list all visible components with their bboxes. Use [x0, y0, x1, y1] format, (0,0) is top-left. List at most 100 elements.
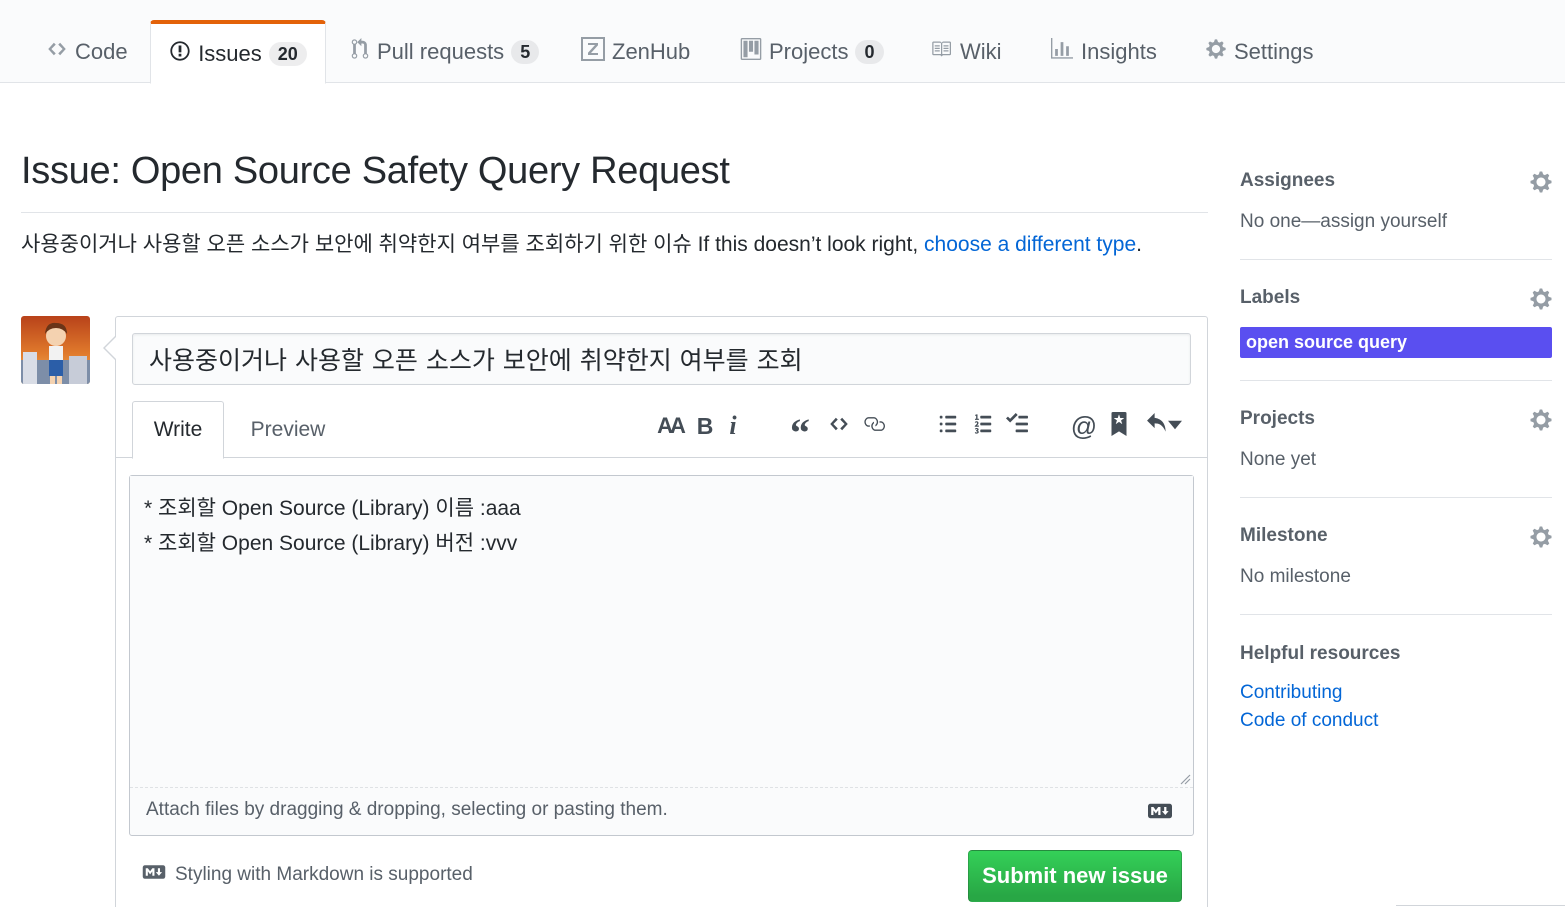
markdown-icon [1147, 803, 1173, 824]
italic-icon: i [729, 411, 737, 440]
preview-tab[interactable]: Preview [235, 401, 341, 459]
write-tab[interactable]: Write [132, 401, 224, 459]
comment-field: * 조회할 Open Source (Library) 이름 :aaa * 조회… [129, 475, 1194, 836]
unordered-list-button[interactable] [935, 409, 961, 443]
git-pull-request-icon [350, 37, 370, 66]
gear-icon[interactable] [1530, 287, 1552, 316]
sidebar-milestone: Milestone No milestone [1240, 525, 1552, 588]
sidebar-labels: Labels open source query [1240, 287, 1552, 358]
tab-label: Wiki [960, 38, 1002, 64]
mention-icon: @ [1070, 410, 1098, 441]
projects-counter: 0 [855, 39, 884, 64]
ordered-list-button[interactable] [970, 409, 996, 443]
italic-button[interactable]: i [724, 409, 742, 443]
quote-button[interactable]: “ [786, 409, 814, 453]
helpful-resources-heading: Helpful resources [1240, 643, 1401, 664]
title-divider [21, 212, 1208, 213]
attach-files-hint[interactable]: Attach files by dragging & dropping, sel… [146, 799, 668, 821]
tab-label: Projects [769, 38, 849, 64]
tab-label: ZenHub [612, 38, 691, 64]
list-unordered-icon [937, 413, 959, 440]
tab-label: Pull requests [377, 38, 505, 64]
issues-counter: 20 [268, 41, 307, 66]
gear-icon[interactable] [1530, 408, 1552, 437]
submit-new-issue-button[interactable]: Submit new issue [968, 850, 1182, 902]
tab-label: Insights [1081, 38, 1157, 64]
gear-icon[interactable] [1530, 170, 1552, 199]
drop-zone-divider [130, 787, 1193, 788]
form-pointer-fill [105, 337, 116, 359]
footer-divider [1396, 905, 1565, 906]
reply-icon [1144, 412, 1168, 440]
assignees-heading[interactable]: Assignees [1240, 170, 1552, 192]
code-icon [827, 414, 851, 439]
mention-button[interactable]: @ [1071, 409, 1097, 443]
link-icon [861, 413, 887, 440]
tab-label: Settings [1234, 38, 1314, 64]
header-text-icon: AA [657, 413, 686, 438]
tab-issues[interactable]: Issues 20 [150, 20, 326, 84]
issue-template-description: 사용중이거나 사용할 오픈 소스가 보안에 취약한지 여부를 조회하기 위한 이… [21, 228, 1201, 261]
code-button[interactable] [826, 409, 852, 443]
chevron-down-icon [1168, 417, 1182, 435]
sidebar-divider [1240, 259, 1552, 260]
projects-heading[interactable]: Projects [1240, 408, 1552, 430]
issue-title-input[interactable] [132, 333, 1191, 385]
code-of-conduct-link[interactable]: Code of conduct [1240, 707, 1552, 735]
tab-label: Code [75, 38, 128, 64]
milestone-value: No milestone [1240, 566, 1351, 587]
resize-handle-icon[interactable] [1179, 773, 1191, 785]
tab-label: Issues [198, 40, 262, 66]
sidebar-divider [1240, 614, 1552, 615]
description-end: . [1136, 233, 1142, 256]
choose-different-type-link[interactable]: choose a different type [924, 233, 1136, 256]
avatar[interactable] [21, 316, 90, 384]
tasklist-icon [1004, 412, 1030, 440]
markdown-supported-note: Styling with Markdown is supported [142, 864, 473, 886]
link-button[interactable] [860, 409, 888, 443]
issue-opened-icon [169, 40, 191, 68]
contributing-link[interactable]: Contributing [1240, 679, 1552, 707]
tab-pull-requests[interactable]: Pull requests 5 [350, 20, 540, 83]
repo-nav: Code Issues 20 Pull requests 5 ZenHub Pr… [0, 0, 1565, 84]
quote-icon: “ [790, 410, 810, 455]
bold-icon: B [696, 412, 714, 439]
gear-icon[interactable] [1530, 525, 1552, 554]
list-ordered-icon [972, 413, 994, 440]
issue-body-textarea[interactable]: * 조회할 Open Source (Library) 이름 :aaa * 조회… [130, 476, 1193, 788]
saved-replies-button[interactable] [1108, 409, 1130, 443]
book-icon [929, 39, 953, 65]
sidebar-projects: Projects None yet [1240, 408, 1552, 471]
bookmark-icon [1110, 411, 1128, 441]
description-text: 사용중이거나 사용할 오픈 소스가 보안에 취약한지 여부를 조회하기 위한 이… [21, 233, 925, 256]
sidebar-helpful-resources: Helpful resources Contributing Code of c… [1240, 643, 1552, 735]
label-open-source-query[interactable]: open source query [1240, 327, 1552, 358]
task-list-button[interactable] [1003, 409, 1031, 443]
tab-zenhub[interactable]: ZenHub [581, 20, 690, 83]
markdown-supported-link[interactable]: Styling with Markdown is supported [175, 864, 473, 886]
reply-dropdown-button[interactable] [1141, 409, 1185, 443]
gear-icon [1205, 38, 1227, 66]
tab-wiki[interactable]: Wiki [929, 20, 1002, 83]
resource-links: Contributing Code of conduct [1240, 679, 1552, 735]
milestone-heading[interactable]: Milestone [1240, 525, 1552, 547]
tab-insights[interactable]: Insights [1050, 20, 1157, 83]
pull-requests-counter: 5 [511, 39, 540, 64]
code-icon [46, 39, 68, 65]
assign-yourself-link[interactable]: No one—assign yourself [1240, 211, 1552, 233]
tab-projects[interactable]: Projects 0 [740, 20, 884, 83]
project-icon [740, 37, 762, 66]
tab-code[interactable]: Code [46, 20, 128, 83]
projects-value: None yet [1240, 449, 1317, 470]
zenhub-icon [581, 36, 605, 67]
tab-settings[interactable]: Settings [1205, 20, 1314, 83]
bold-button[interactable]: B [694, 409, 716, 443]
graph-icon [1050, 37, 1074, 66]
page-title: Issue: Open Source Safety Query Request [21, 150, 730, 192]
header-text-button[interactable]: AA [655, 409, 686, 443]
markdown-icon [142, 864, 166, 886]
sidebar-assignees: Assignees No one—assign yourself [1240, 170, 1552, 233]
sidebar-divider [1240, 497, 1552, 498]
labels-heading[interactable]: Labels [1240, 287, 1552, 309]
sidebar-divider [1240, 380, 1552, 381]
